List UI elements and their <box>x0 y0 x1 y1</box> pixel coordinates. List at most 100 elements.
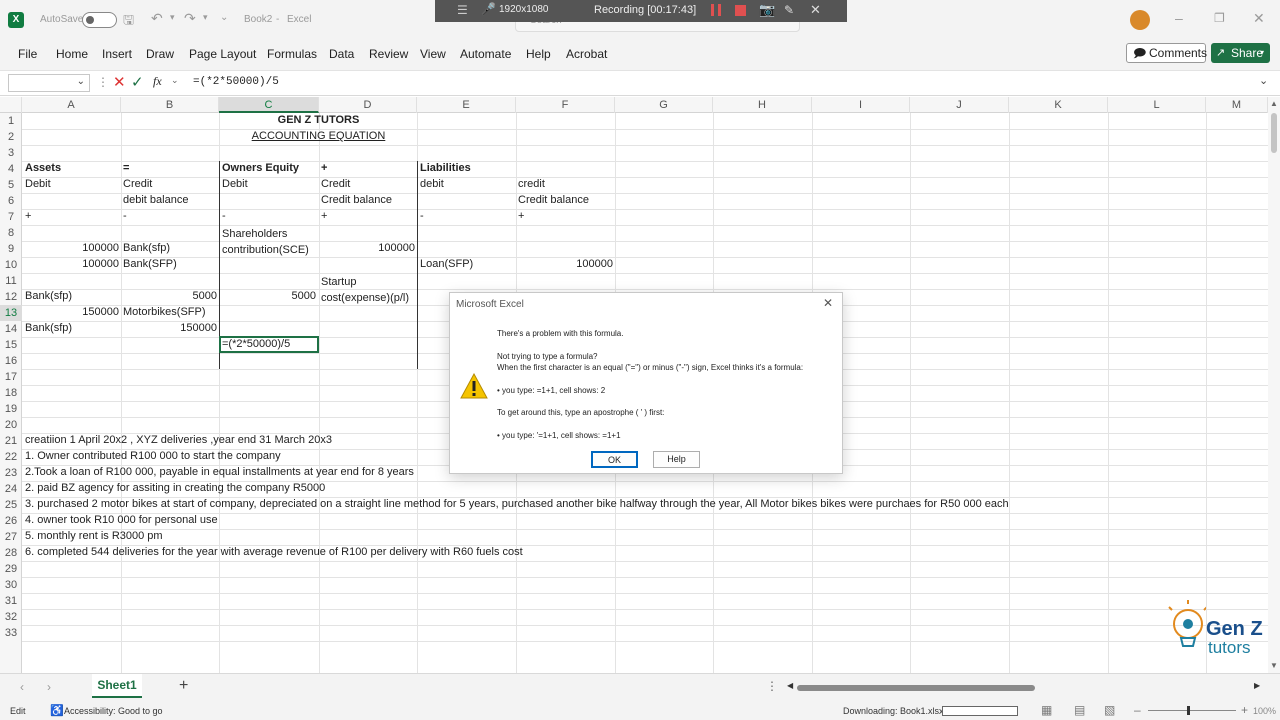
more-options-icon[interactable]: ⋮ <box>97 75 109 89</box>
fx-dropdown-icon[interactable]: ⌄ <box>171 75 179 86</box>
tab-help[interactable]: Help <box>526 47 551 61</box>
name-box-dropdown-icon[interactable]: ⌄ <box>77 76 85 87</box>
cell-a7[interactable]: + <box>25 210 31 222</box>
row-header-13[interactable]: 13 <box>0 305 22 321</box>
cell-f6[interactable]: Credit balance <box>518 194 589 206</box>
column-header-f[interactable]: F <box>516 97 615 113</box>
row-header-12[interactable]: 12 <box>0 289 22 305</box>
row-header-18[interactable]: 18 <box>0 385 22 401</box>
cell-b6[interactable]: debit balance <box>123 194 188 206</box>
row-header-2[interactable]: 2 <box>0 129 22 145</box>
share-dropdown-icon[interactable]: ▾ <box>1260 43 1264 63</box>
horizontal-scroll-thumb[interactable] <box>797 685 1035 691</box>
column-header-h[interactable]: H <box>713 97 812 113</box>
cell-c5[interactable]: Debit <box>222 178 248 190</box>
cell-e5[interactable]: debit <box>420 178 444 190</box>
tab-insert[interactable]: Insert <box>102 47 132 61</box>
vertical-scroll-thumb[interactable] <box>1271 113 1277 153</box>
next-sheet-icon[interactable]: › <box>47 680 51 694</box>
row-header-3[interactable]: 3 <box>0 145 22 161</box>
cell-d4[interactable]: + <box>321 162 327 174</box>
tab-home[interactable]: Home <box>56 47 88 61</box>
row-header-6[interactable]: 6 <box>0 193 22 209</box>
cell-f9[interactable]: 100000 <box>516 258 613 270</box>
cell-b11[interactable]: Motorbikes(SFP) <box>123 306 206 318</box>
row-header-20[interactable]: 20 <box>0 417 22 433</box>
row-header-26[interactable]: 26 <box>0 513 22 529</box>
note-line[interactable]: 2. paid BZ agency for assiting in creati… <box>25 482 325 494</box>
page-layout-view-icon[interactable]: ▤ <box>1074 703 1085 717</box>
camera-icon[interactable]: 📷 <box>759 2 775 18</box>
microphone-icon[interactable]: 🎤 <box>481 2 496 16</box>
stop-icon[interactable] <box>735 5 746 16</box>
row-header-23[interactable]: 23 <box>0 465 22 481</box>
row-header-11[interactable]: 11 <box>0 273 22 289</box>
row-header-10[interactable]: 10 <box>0 257 22 273</box>
share-button[interactable]: ↗ Share ▾ <box>1211 43 1270 63</box>
close-recording-icon[interactable]: ✕ <box>810 2 821 18</box>
avatar[interactable] <box>1130 10 1150 30</box>
zoom-slider-thumb[interactable] <box>1187 706 1190 715</box>
column-header-l[interactable]: L <box>1108 97 1206 113</box>
cell-b8[interactable]: Bank(sfp) <box>123 242 170 254</box>
vertical-scrollbar[interactable]: ▲ ▼ <box>1268 97 1280 673</box>
cancel-entry-icon[interactable]: ✕ <box>113 73 126 91</box>
insert-function-icon[interactable]: fx <box>153 74 162 89</box>
minimize-icon[interactable]: – <box>1175 10 1183 26</box>
row-header-1[interactable]: 1 <box>0 113 22 129</box>
dialog-close-icon[interactable]: ✕ <box>823 296 833 310</box>
cell-a5[interactable]: Debit <box>25 178 51 190</box>
add-sheet-icon[interactable]: + <box>179 677 188 695</box>
row-header-19[interactable]: 19 <box>0 401 22 417</box>
cell-b4[interactable]: = <box>123 162 129 174</box>
confirm-entry-icon[interactable]: ✓ <box>131 73 144 91</box>
note-line[interactable]: 6. completed 544 deliveries for the year… <box>25 546 523 558</box>
autosave-toggle[interactable] <box>82 12 117 28</box>
scroll-down-icon[interactable]: ▼ <box>1270 661 1278 670</box>
undo-icon[interactable]: ↶ <box>151 10 163 27</box>
scroll-up-icon[interactable]: ▲ <box>1270 99 1278 108</box>
pause-icon[interactable] <box>711 4 721 16</box>
zoom-level[interactable]: 100% <box>1253 706 1276 716</box>
cell-e4[interactable]: Liabilities <box>420 162 471 174</box>
cell-c4[interactable]: Owners Equity <box>222 162 299 174</box>
close-icon[interactable]: ✕ <box>1253 10 1265 27</box>
cell-d7[interactable]: + <box>321 210 327 222</box>
name-box[interactable]: ⌄ <box>8 74 90 92</box>
tab-draw[interactable]: Draw <box>146 47 174 61</box>
redo-dropdown-icon[interactable]: ▾ <box>203 12 208 23</box>
cell-d6[interactable]: Credit balance <box>321 194 392 206</box>
cell-c7[interactable]: - <box>222 210 226 222</box>
column-header-k[interactable]: K <box>1009 97 1108 113</box>
zoom-in-icon[interactable]: + <box>1241 703 1248 717</box>
cell-c10[interactable]: 5000 <box>219 290 316 302</box>
help-button[interactable]: Help <box>653 451 700 468</box>
redo-icon[interactable]: ↷ <box>184 10 196 27</box>
row-header-32[interactable]: 32 <box>0 609 22 625</box>
column-header-i[interactable]: I <box>812 97 910 113</box>
customize-qat-icon[interactable]: ⌄ <box>220 12 228 23</box>
column-header-m[interactable]: M <box>1206 97 1268 113</box>
ok-button[interactable]: OK <box>591 451 638 468</box>
tab-review[interactable]: Review <box>369 47 408 61</box>
expand-formula-icon[interactable]: ⌄ <box>1259 74 1268 87</box>
note-line[interactable]: 3. purchased 2 motor bikes at start of c… <box>25 498 1009 510</box>
row-header-22[interactable]: 22 <box>0 449 22 465</box>
note-line[interactable]: creatiion 1 April 20x2 , XYZ deliveries … <box>25 434 332 446</box>
cell-d5[interactable]: Credit <box>321 178 350 190</box>
row-header-24[interactable]: 24 <box>0 481 22 497</box>
cell-a10[interactable]: Bank(sfp) <box>25 290 72 302</box>
note-line[interactable]: 4. owner took R10 000 for personal use <box>25 514 218 526</box>
tab-automate[interactable]: Automate <box>460 47 511 61</box>
row-header-31[interactable]: 31 <box>0 593 22 609</box>
accessibility-status[interactable]: Accessibility: Good to go <box>64 706 163 716</box>
normal-view-icon[interactable]: ▦ <box>1041 703 1052 717</box>
row-header-8[interactable]: 8 <box>0 225 22 241</box>
active-cell-c13[interactable]: =(*2*50000)/5 <box>219 336 319 353</box>
cell-e9[interactable]: Loan(SFP) <box>420 258 473 270</box>
cell-b12[interactable]: 150000 <box>121 322 217 334</box>
row-header-21[interactable]: 21 <box>0 433 22 449</box>
column-header-g[interactable]: G <box>615 97 713 113</box>
restore-icon[interactable]: ❐ <box>1214 11 1225 25</box>
cell-d10[interactable]: Startup cost(expense)(p/l) <box>321 274 417 306</box>
